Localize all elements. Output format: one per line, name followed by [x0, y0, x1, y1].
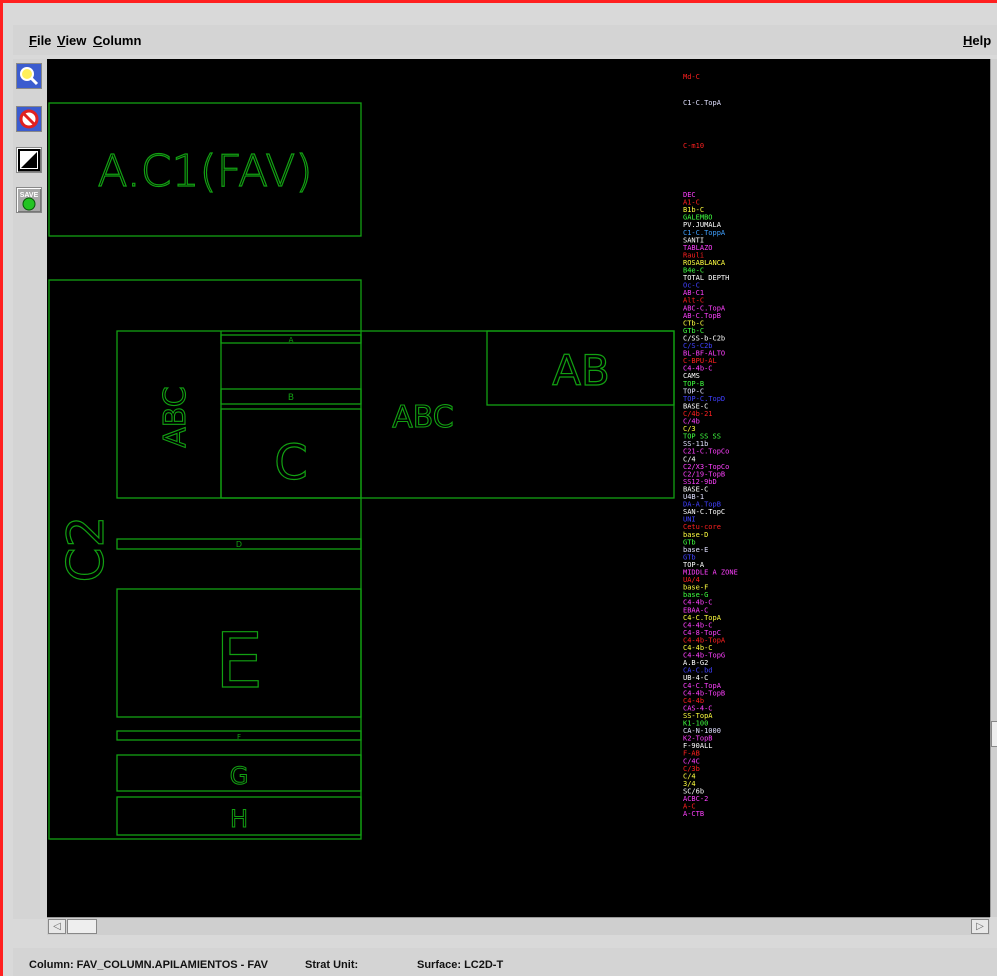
surface-label[interactable]: Md-C [683, 73, 700, 81]
zoom-button[interactable] [16, 63, 42, 89]
block-abc-vertical-label: ABC [158, 386, 193, 448]
block-c2-label: C2 [57, 516, 115, 583]
magnifier-icon [17, 64, 41, 88]
menu-help-mnemonic: H [963, 33, 973, 48]
status-surface: Surface: LC2D-T [417, 959, 504, 971]
block-c-label: C [274, 435, 308, 491]
column-canvas[interactable]: A.C1(FAV) C2 ABC ABC AB C E G H A B D F … [47, 59, 990, 917]
menu-file[interactable]: File [29, 33, 51, 48]
surface-label[interactable]: A-CTB [683, 810, 704, 818]
horizontal-scrollbar[interactable]: ◁ ▷ [47, 917, 990, 935]
save-icon: SAVE [20, 192, 39, 211]
stratigraphic-column-drawing: A.C1(FAV) C2 ABC ABC AB C E G H A B D F … [48, 73, 738, 840]
save-button[interactable]: SAVE [16, 187, 42, 213]
layer-a-label: A [289, 336, 294, 344]
block-ab-label: AB [552, 346, 610, 395]
cancel-button[interactable] [16, 106, 42, 132]
surface-label[interactable]: C-m10 [683, 142, 704, 150]
column-outlines [48, 102, 675, 840]
block-g-label: G [230, 762, 249, 790]
vertical-scroll-thumb[interactable] [991, 721, 997, 747]
surface-label[interactable]: C1-C.TopA [683, 99, 722, 107]
tool-palette: SAVE [13, 59, 47, 919]
scroll-left-arrow-icon[interactable]: ◁ [48, 919, 66, 934]
status-column: Column: FAV_COLUMN.APILAMIENTOS - FAV [29, 959, 268, 971]
block-abc-label: ABC [392, 400, 454, 435]
menu-column-label: olumn [102, 33, 142, 48]
menu-file-label: ile [36, 33, 52, 48]
layer-f-label: F [237, 733, 241, 741]
fit-button[interactable] [16, 147, 42, 173]
fit-diagonal-icon [18, 149, 40, 171]
status-bar: Column: FAV_COLUMN.APILAMIENTOS - FAV St… [13, 948, 997, 976]
menu-bar: File View Column Help [13, 25, 997, 55]
layer-d-label: D [236, 540, 242, 549]
scroll-right-arrow-icon[interactable]: ▷ [971, 919, 989, 934]
column-labels: A.C1(FAV) C2 ABC ABC AB C E G H A B D F [56, 145, 610, 833]
block-ac1-label: A.C1(FAV) [97, 146, 312, 197]
menu-view-label: iew [65, 33, 87, 48]
vertical-scrollbar[interactable] [990, 59, 997, 917]
menu-help[interactable]: Help [963, 33, 991, 48]
block-e-label: E [215, 616, 263, 705]
horizontal-scroll-thumb[interactable] [67, 919, 97, 934]
menu-help-label: elp [972, 33, 992, 48]
menu-file-mnemonic: F [29, 33, 37, 48]
application-window: File View Column Help SAVE A.C1(FAV) C2 … [0, 0, 997, 976]
surface-label-list: Md-CC1-C.TopAC-m10DECA1-CB1b-CGALEMBOPV.… [683, 73, 738, 818]
prohibit-icon [17, 107, 41, 131]
block-h-label: H [230, 805, 248, 833]
status-strat-unit: Strat Unit: [305, 959, 359, 971]
menu-column-mnemonic: C [93, 33, 103, 48]
menu-column[interactable]: Column [93, 33, 141, 48]
menu-view[interactable]: View [57, 33, 86, 48]
layer-b-label: B [288, 393, 294, 403]
